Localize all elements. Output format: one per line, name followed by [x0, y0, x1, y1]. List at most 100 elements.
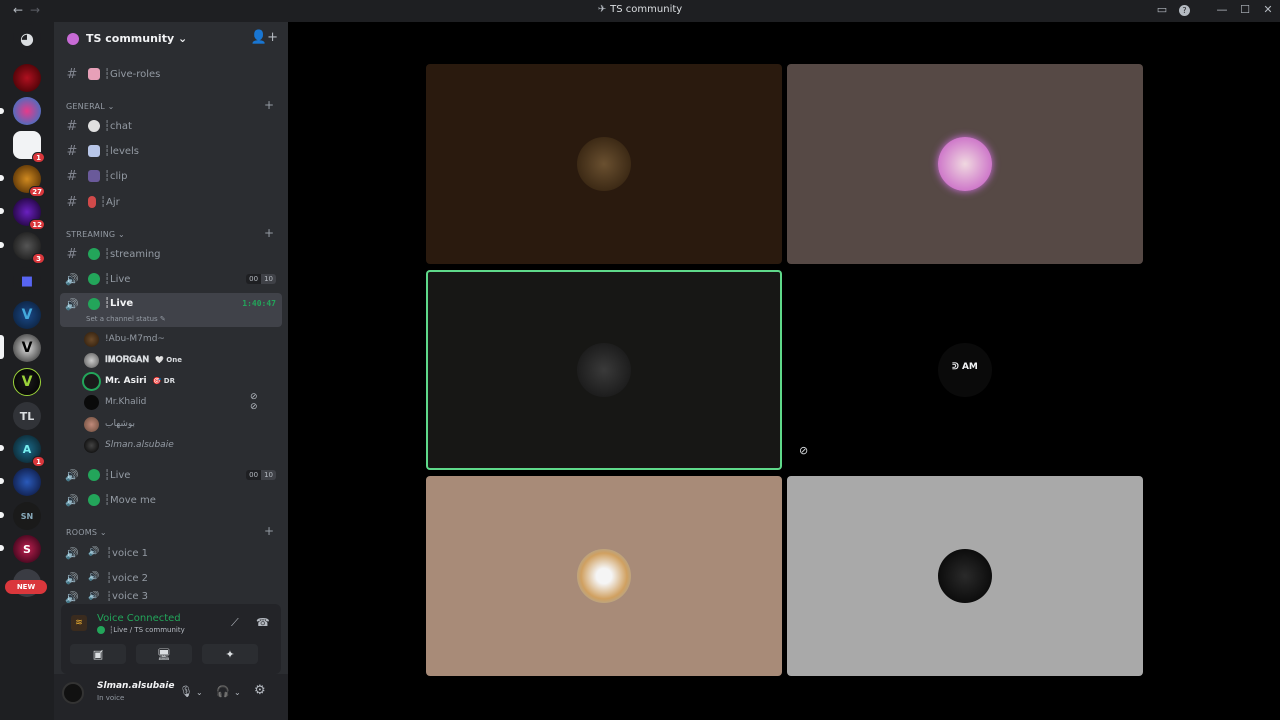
discord-home-icon[interactable]: ◕ [13, 24, 41, 52]
voice-user[interactable]: 𝐈𝐌𝐎𝐑𝐆𝐀𝐍 🤍 One [84, 350, 182, 370]
participant-avatar-text: ᕲ AM [952, 362, 978, 372]
participant-avatar [577, 549, 631, 603]
unread-pill [0, 445, 4, 451]
participant-avatar [938, 137, 992, 191]
set-channel-status[interactable]: Set a channel status ✎ [86, 315, 166, 323]
server-icon[interactable] [13, 468, 41, 496]
channel-give-roles[interactable]: # ┆Give-roles [60, 62, 282, 86]
headset-icon[interactable]: 🎧 [216, 685, 230, 698]
speaker-emoji-icon: 🔊 [88, 591, 100, 601]
category-streaming[interactable]: STREAMING ⌄ [66, 230, 125, 239]
avatar [84, 352, 99, 368]
inbox-icon[interactable]: ▭ [1155, 3, 1169, 16]
invite-people-icon[interactable]: 👤+ [251, 30, 278, 45]
speaker-icon: 🔊 [65, 298, 79, 311]
camera-off-button[interactable]: ▣̸ [70, 644, 126, 664]
close-button[interactable]: ✕ [1261, 3, 1275, 16]
new-badge: NEW [5, 580, 47, 594]
category-rooms[interactable]: ROOMS ⌄ [66, 528, 107, 537]
channel-chat[interactable]: # ┆chat [60, 114, 282, 138]
hash-icon: # [66, 66, 78, 82]
server-icon[interactable]: 3 [13, 232, 45, 264]
voice-channel-voice-1[interactable]: 🔊 🔊 ┆voice 1 [60, 541, 282, 565]
add-channel-icon[interactable]: + [264, 98, 274, 112]
server-icon[interactable]: S [13, 535, 41, 563]
channel-levels[interactable]: # ┆levels [60, 139, 282, 163]
muted-camera-icons: ⊘ ⊘ [250, 392, 258, 412]
voice-user[interactable]: بوشهاب [84, 414, 135, 434]
speaker-icon: 🔊 [65, 546, 79, 560]
mention-badge: 3 [32, 253, 45, 264]
disconnect-icon[interactable]: ☎ [256, 616, 270, 629]
chevron-down-icon[interactable]: ⌄ [234, 688, 241, 697]
video-tile[interactable] [426, 64, 782, 264]
green-circle-icon [88, 248, 100, 260]
voice-channel-voice-2[interactable]: 🔊 🔊 ┆voice 2 [60, 566, 282, 590]
hash-icon: # [66, 118, 78, 134]
activities-button[interactable]: ✦ [202, 644, 258, 664]
speaker-icon: 🔊 [65, 493, 79, 507]
server-icon[interactable]: V [13, 368, 41, 396]
green-circle-icon [88, 273, 100, 285]
unread-pill [0, 512, 4, 518]
server-icon[interactable] [13, 64, 41, 92]
video-tile[interactable] [426, 476, 782, 676]
folder-icon[interactable]: ■ [13, 267, 41, 295]
screen-share-button[interactable]: 🖥 [136, 644, 192, 664]
user-name[interactable]: Slman.alsubaie [97, 681, 174, 691]
server-icon[interactable]: 27 [13, 165, 45, 197]
video-tile[interactable]: ᕲ AM ⊘ [787, 270, 1143, 470]
voice-channel-voice-3[interactable]: 🔊 🔊 ┆voice 3 [60, 591, 282, 603]
user-avatar[interactable] [62, 682, 84, 704]
voice-connected-channel[interactable]: ┆Live / TS community [97, 626, 185, 634]
help-icon[interactable]: ? [1179, 5, 1190, 16]
hash-icon: # [66, 143, 78, 159]
voice-user-speaking[interactable]: Mr. Asiri 🎯 DR [84, 371, 175, 391]
microphone-icon[interactable]: 🎙 [179, 685, 193, 698]
chart-icon [88, 145, 100, 157]
server-icon[interactable]: V [13, 301, 41, 329]
noise-suppression-icon[interactable]: ⟋ [231, 616, 239, 630]
voice-user[interactable]: !Abu-M7md~ [84, 329, 165, 349]
voice-connected-panel: ≋ Voice Connected ┆Live / TS community ⟋… [61, 604, 281, 674]
add-channel-icon[interactable]: + [264, 524, 274, 538]
add-channel-icon[interactable]: + [264, 226, 274, 240]
server-tl-icon[interactable]: TL [13, 402, 41, 430]
unread-pill [0, 208, 4, 214]
server-icon[interactable]: 12 [13, 198, 45, 230]
voice-user[interactable]: Mr.Khalid ⊘ ⊘ [84, 392, 258, 412]
channel-clip[interactable]: # ┆clip [60, 164, 282, 188]
chevron-down-icon[interactable]: ⌄ [196, 688, 203, 697]
participant-avatar [938, 549, 992, 603]
settings-gear-icon[interactable]: ⚙ [254, 683, 266, 698]
video-grid: ᕲ AM ⊘ [288, 22, 1280, 720]
signal-icon[interactable]: ≋ [71, 615, 87, 631]
video-tile[interactable] [787, 64, 1143, 264]
guild-header[interactable]: TS community ⌄ 👤+ [54, 22, 288, 56]
voice-channel-live-1[interactable]: 🔊 ┆Live 00 10 [60, 267, 282, 291]
unread-pill [0, 175, 4, 181]
channel-ajr[interactable]: # ┆Ajr [60, 190, 282, 214]
channel-streaming[interactable]: # ┆streaming [60, 242, 282, 266]
mention-badge: 1 [32, 456, 45, 467]
video-tile[interactable] [787, 476, 1143, 676]
hash-icon: # [66, 194, 78, 210]
server-icon[interactable]: 1 [13, 131, 45, 163]
window-title: ✈ TS community [597, 4, 683, 15]
server-icon[interactable]: A 1 [13, 435, 45, 467]
mention-badge: 1 [32, 152, 45, 163]
server-icon[interactable]: SN [13, 502, 41, 530]
guild-name[interactable]: TS community ⌄ [86, 32, 187, 45]
server-icon[interactable]: V [13, 334, 41, 362]
voice-channel-live-3[interactable]: 🔊 ┆Live 00 10 [60, 463, 282, 487]
server-icon[interactable] [13, 97, 41, 125]
soundboard-button[interactable] [268, 644, 276, 664]
participant-avatar [577, 343, 631, 397]
category-general[interactable]: GENERAL ⌄ [66, 102, 115, 111]
minimize-button[interactable]: — [1215, 3, 1229, 16]
voice-user[interactable]: Slman.alsubaie [84, 435, 174, 455]
maximize-button[interactable]: ☐ [1238, 3, 1252, 16]
voice-channel-move-me[interactable]: 🔊 ┆Move me [60, 488, 282, 512]
speaker-icon: 🔊 [65, 571, 79, 585]
video-tile-speaking[interactable] [426, 270, 782, 470]
